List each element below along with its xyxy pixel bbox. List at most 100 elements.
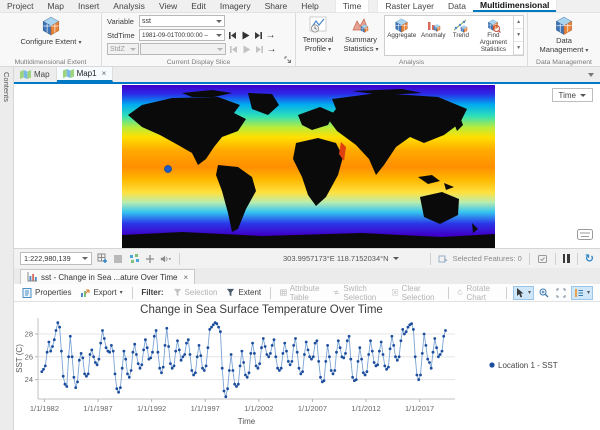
extent-label: Extent: [238, 288, 261, 297]
filter-by-extent-button[interactable]: Extent: [223, 287, 264, 298]
export-button[interactable]: Export ▾: [77, 287, 125, 299]
stdz-play-button[interactable]: [240, 43, 252, 55]
tab-data[interactable]: Data: [441, 0, 473, 12]
anomaly-button[interactable]: Anomaly: [419, 16, 449, 55]
dropdown-arrow-icon: ▾: [376, 47, 379, 53]
summary-statistics-icon: [352, 16, 370, 34]
find-argument-statistics-button[interactable]: Find Argument Statistics: [474, 16, 513, 55]
stdz-step-back-button[interactable]: [227, 43, 239, 55]
gallery-expand[interactable]: ▼: [514, 42, 523, 55]
full-extent-button[interactable]: [554, 287, 568, 299]
dropdown-arrow-icon: ▾: [585, 48, 588, 54]
snapping-icon[interactable]: [128, 253, 140, 265]
tab-view[interactable]: View: [152, 0, 184, 12]
stdz-select[interactable]: StdZ: [107, 43, 139, 55]
stdz-next-slice-button[interactable]: →: [265, 44, 278, 55]
dropdown-arrow-icon: ▾: [587, 289, 590, 296]
anomaly-label: Anomaly: [421, 33, 446, 40]
tab-multidimensional[interactable]: Multidimensional: [473, 0, 556, 12]
gallery-scrollbar: ▲ ▼ ▼: [513, 16, 523, 55]
tabstrip-overflow-chevron-icon[interactable]: [588, 73, 594, 77]
world-sst-map: [122, 85, 495, 248]
tab-project[interactable]: Project: [0, 0, 40, 12]
layer-grid-add-icon[interactable]: [96, 253, 108, 265]
contents-panel-tab[interactable]: Contents: [0, 67, 14, 430]
attribute-table-button[interactable]: Attribute Table: [277, 283, 328, 303]
checkbox-icon[interactable]: [537, 254, 548, 264]
stdtime-select[interactable]: 1981-09-01T00:00:00 –: [139, 29, 225, 41]
time-button-label: Time: [559, 91, 576, 100]
group-multidimensional-extent: Configure Extent ▾ Multidimensional Exte…: [0, 13, 102, 67]
chevron-down-icon: [580, 94, 586, 97]
play-button[interactable]: [239, 29, 251, 41]
step-forward-button[interactable]: [252, 29, 264, 41]
group-current-display-slice: Variable sst StdTime 1981-09-01T00:00:00…: [102, 13, 296, 67]
variable-select[interactable]: sst: [139, 15, 225, 27]
time-slider-button[interactable]: Time: [552, 88, 593, 102]
chart-pointer-tool-button[interactable]: ▾: [513, 286, 534, 300]
sst-time-series-chart[interactable]: 2426281/1/19821/1/19871/1/19921/1/19971/…: [14, 302, 600, 430]
step-back-button[interactable]: [226, 29, 238, 41]
gallery-scroll-up[interactable]: ▲: [514, 16, 523, 29]
temporal-profile-button[interactable]: Temporal Profile ▾: [298, 14, 338, 55]
map-coordinates[interactable]: 303.9957173°E 118.7152034°N: [283, 254, 399, 263]
onscreen-keyboard-icon[interactable]: [577, 229, 593, 240]
gallery-scroll-down[interactable]: ▼: [514, 29, 523, 42]
svg-text:28: 28: [25, 329, 33, 338]
crosshair-icon[interactable]: [144, 253, 156, 265]
view-tab-map[interactable]: Map: [14, 67, 57, 82]
filter-by-selection-button[interactable]: Selection: [170, 287, 221, 298]
find-argument-statistics-icon: [486, 18, 501, 33]
pause-drawing-button[interactable]: [563, 254, 570, 263]
multidimensional-cube-icon: [41, 16, 61, 36]
svg-text:1/1/2002: 1/1/2002: [244, 404, 273, 413]
configure-extent-button[interactable]: Configure Extent ▾: [18, 14, 84, 55]
zoom-in-tool-button[interactable]: [537, 287, 551, 299]
next-slice-button[interactable]: →: [264, 30, 277, 41]
map-canvas[interactable]: Time: [14, 84, 600, 248]
combo-arrow-icon: [217, 48, 223, 51]
rotate-chart-button[interactable]: Rotate Chart: [454, 283, 500, 303]
map-scale-select[interactable]: 1:222,980,139: [20, 252, 92, 265]
map-view-tab-strip: Map Map1 ×: [14, 67, 600, 82]
tab-map[interactable]: Map: [40, 0, 71, 12]
switch-selection-button[interactable]: Switch Selection: [330, 283, 386, 303]
data-management-button[interactable]: Data Management ▾: [534, 14, 594, 55]
divider: [577, 253, 578, 265]
clear-selection-button[interactable]: Clear Selection: [389, 283, 441, 303]
tab-time[interactable]: Time: [336, 0, 369, 12]
tab-share[interactable]: Share: [258, 0, 295, 12]
aggregate-button[interactable]: Aggregate: [385, 16, 419, 55]
tab-insert[interactable]: Insert: [71, 0, 106, 12]
group-label: Current Display Slice: [102, 59, 295, 66]
tab-analysis[interactable]: Analysis: [106, 0, 152, 12]
summary-statistics-button[interactable]: Summary Statistics ▾: [340, 14, 382, 55]
contextual-group-time: Time: [336, 0, 369, 12]
refresh-button[interactable]: ↻: [585, 252, 594, 265]
ribbon-tab-strip: Project Map Insert Analysis View Edit Im…: [0, 0, 600, 13]
tab-raster-layer[interactable]: Raster Layer: [378, 0, 441, 12]
close-tab-icon[interactable]: ×: [184, 273, 189, 282]
properties-icon: [22, 288, 32, 298]
stdz-value-select[interactable]: [140, 43, 226, 55]
stdz-step-forward-button[interactable]: [253, 43, 265, 55]
chart-area[interactable]: 2426281/1/19821/1/19871/1/19921/1/19971/…: [14, 302, 600, 430]
contents-panel-label: Contents: [2, 72, 11, 102]
properties-button[interactable]: Properties: [19, 287, 74, 299]
svg-text:Change in Sea Surface Temperat: Change in Sea Surface Temperature Over T…: [140, 304, 383, 316]
tab-edit[interactable]: Edit: [184, 0, 213, 12]
audio-feedback-icon[interactable]: [160, 253, 172, 265]
chart-tab[interactable]: sst - Change in Sea ...ature Over Time ×: [20, 269, 195, 284]
trend-button[interactable]: Trend: [448, 16, 474, 55]
divider: [179, 253, 180, 265]
find-argument-statistics-label: Find Argument Statistics: [474, 33, 513, 54]
selected-features-count[interactable]: Selected Features: 0: [453, 254, 522, 263]
divider: [555, 253, 556, 265]
attribute-table-label: Attribute Table: [290, 284, 325, 302]
basemap-square-icon[interactable]: [112, 253, 124, 265]
view-tab-map1[interactable]: Map1 ×: [57, 67, 114, 82]
legend-toggle-button[interactable]: ▾: [571, 286, 593, 300]
close-tab-icon[interactable]: ×: [102, 69, 107, 78]
tab-imagery[interactable]: Imagery: [213, 0, 258, 12]
tab-help[interactable]: Help: [294, 0, 325, 12]
